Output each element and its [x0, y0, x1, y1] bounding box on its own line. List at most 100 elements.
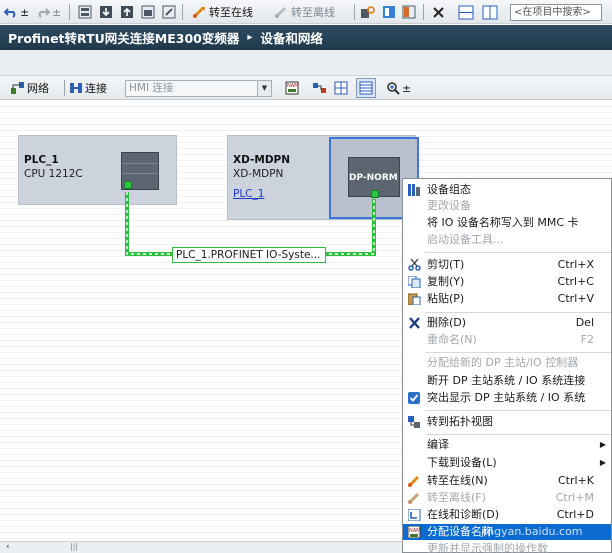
- split-editor-icon: [402, 5, 416, 19]
- menu-item-update-forced-operands[interactable]: 更新并显示强制的操作数: [403, 541, 611, 553]
- submenu-arrow-icon: ▶: [599, 440, 606, 449]
- menu-item-go-online[interactable]: 转至在线(N) Ctrl+K: [403, 473, 611, 489]
- connections-mode-button[interactable]: 连接: [69, 79, 107, 97]
- profinet-network-line[interactable]: [0, 101, 420, 271]
- upload-button[interactable]: [120, 3, 134, 21]
- go-online-button[interactable]: 转至在线: [192, 3, 253, 21]
- view-tabs-strip: [0, 50, 612, 76]
- network-mode-button[interactable]: 网络: [10, 79, 49, 97]
- context-menu: 设备组态 更改设备 将 IO 设备名称写入到 MMC 卡 启动设备工具... 剪…: [402, 178, 612, 553]
- menu-item-highlight-system[interactable]: 突出显示 DP 主站系统 / IO 系统: [403, 390, 611, 406]
- diagnostics-icon: [408, 509, 421, 521]
- connections-icon: [70, 83, 82, 93]
- menu-item-change-device[interactable]: 更改设备: [403, 198, 611, 214]
- compile-button[interactable]: [78, 3, 92, 21]
- hmi-select-value: HMI 连接: [129, 82, 174, 94]
- undo-button[interactable]: ±: [4, 3, 29, 21]
- upload-from-device-icon: [121, 6, 133, 18]
- device-config-icon: [408, 184, 420, 196]
- close-editor-button[interactable]: [432, 3, 445, 21]
- breadcrumb-arrow-icon: ▸: [247, 32, 253, 43]
- toolbar-divider: [64, 80, 65, 96]
- network-toolbar: 网络 连接 NAME ±: [0, 76, 612, 100]
- accessible-devices-icon: [361, 6, 375, 18]
- menu-divider: [425, 434, 611, 435]
- address-overview-button[interactable]: NAME: [285, 79, 299, 97]
- scroll-left-icon[interactable]: ‹: [6, 542, 10, 552]
- go-online-icon: [408, 475, 420, 487]
- simulation-button[interactable]: [141, 3, 155, 21]
- go-online-label: 转至在线: [209, 6, 253, 19]
- menu-item-assign-device-name[interactable]: NAME 分配设备名称 jingyan.baidu.com: [403, 524, 611, 540]
- io-system-label[interactable]: PLC_1.PROFINET IO-Syste...: [172, 247, 326, 263]
- cross-reference-button[interactable]: [382, 3, 396, 21]
- show-interconnection-button[interactable]: [312, 79, 327, 97]
- table-view-button[interactable]: [356, 78, 376, 98]
- toolbar-divider: [69, 4, 70, 20]
- zoom-dropdown-icon: ±: [402, 81, 412, 95]
- cut-icon: [408, 259, 421, 271]
- network-label: 网络: [27, 82, 49, 95]
- connections-label: 连接: [85, 82, 107, 95]
- delete-icon: [409, 317, 420, 329]
- menu-item-paste[interactable]: 粘贴(P) Ctrl+V: [403, 291, 611, 307]
- redo-icon: [38, 8, 50, 18]
- scroll-grip-icon[interactable]: |||: [70, 542, 78, 551]
- menu-divider: [425, 352, 611, 353]
- menu-item-delete[interactable]: 删除(D) Del: [403, 315, 611, 331]
- go-online-icon: [192, 6, 205, 19]
- project-search-input[interactable]: <在项目中搜索>: [510, 4, 602, 21]
- split-editor-button[interactable]: [402, 3, 416, 21]
- menu-item-disconnect-system[interactable]: 断开 DP 主站系统 / IO 系统连接: [403, 373, 611, 389]
- project-name: Profinet转RTU网关连接ME300变频器: [8, 31, 240, 46]
- horizontal-split-button[interactable]: [458, 3, 474, 21]
- menu-divider: [425, 252, 611, 253]
- download-button[interactable]: [99, 3, 113, 21]
- stop-simulation-button[interactable]: [162, 3, 176, 21]
- interconnection-icon: [313, 83, 326, 93]
- menu-item-online-diagnostics[interactable]: 在线和诊断(D) Ctrl+D: [403, 507, 611, 523]
- accessible-devices-button[interactable]: [360, 3, 375, 21]
- hmi-connection-select[interactable]: HMI 连接 ▼: [125, 80, 272, 97]
- address-icon: NAME: [285, 81, 299, 95]
- menu-item-rename[interactable]: 重命名(N) F2: [403, 332, 611, 348]
- undo-dropdown-icon: ±: [20, 5, 30, 19]
- menu-item-go-offline[interactable]: 转至离线(F) Ctrl+M: [403, 490, 611, 506]
- download-to-device-icon: [100, 6, 112, 18]
- svg-text:NAME: NAME: [287, 83, 299, 89]
- grid-view-button[interactable]: [334, 79, 348, 97]
- stop-simulation-icon: [162, 5, 176, 19]
- close-icon: [433, 6, 444, 18]
- menu-item-write-mmc[interactable]: 将 IO 设备名称写入到 MMC 卡: [403, 215, 611, 231]
- toolbar-divider: [423, 4, 424, 20]
- undo-icon: [4, 8, 16, 18]
- menu-item-device-config[interactable]: 设备组态: [403, 182, 611, 198]
- checkbox-checked-icon: [408, 392, 420, 404]
- menu-item-compile[interactable]: 编译 ▶: [403, 437, 611, 453]
- watermark-text: jingyan.baidu.com: [481, 525, 583, 538]
- menu-item-topology-view[interactable]: 转到拓扑视图: [403, 414, 611, 430]
- simulation-icon: [141, 5, 155, 19]
- menu-divider: [425, 410, 611, 411]
- menu-item-cut[interactable]: 剪切(T) Ctrl+X: [403, 257, 611, 273]
- submenu-arrow-icon: ▶: [599, 458, 606, 467]
- menu-divider: [425, 312, 611, 313]
- menu-item-assign-new-master[interactable]: 分配给新的 DP 主站/IO 控制器: [403, 355, 611, 371]
- zoom-button[interactable]: ±: [386, 79, 411, 97]
- vertical-split-button[interactable]: [482, 3, 498, 21]
- go-offline-button[interactable]: 转至离线: [274, 3, 335, 21]
- menu-item-copy[interactable]: 复制(Y) Ctrl+C: [403, 274, 611, 290]
- toolbar-divider: [354, 4, 355, 20]
- menu-item-download[interactable]: 下载到设备(L) ▶: [403, 455, 611, 471]
- chevron-down-icon: ▼: [257, 81, 271, 96]
- copy-icon: [408, 276, 421, 288]
- zoom-icon: [387, 82, 400, 95]
- table-view-icon: [359, 81, 373, 95]
- toolbar-divider: [182, 4, 183, 20]
- compile-icon: [78, 5, 92, 19]
- assign-name-icon: NAME: [408, 526, 421, 538]
- redo-button[interactable]: ±: [36, 3, 61, 21]
- go-offline-label: 转至离线: [291, 6, 335, 19]
- horizontal-scrollbar[interactable]: ‹ |||: [0, 541, 402, 553]
- menu-item-start-device-tool[interactable]: 启动设备工具...: [403, 232, 611, 248]
